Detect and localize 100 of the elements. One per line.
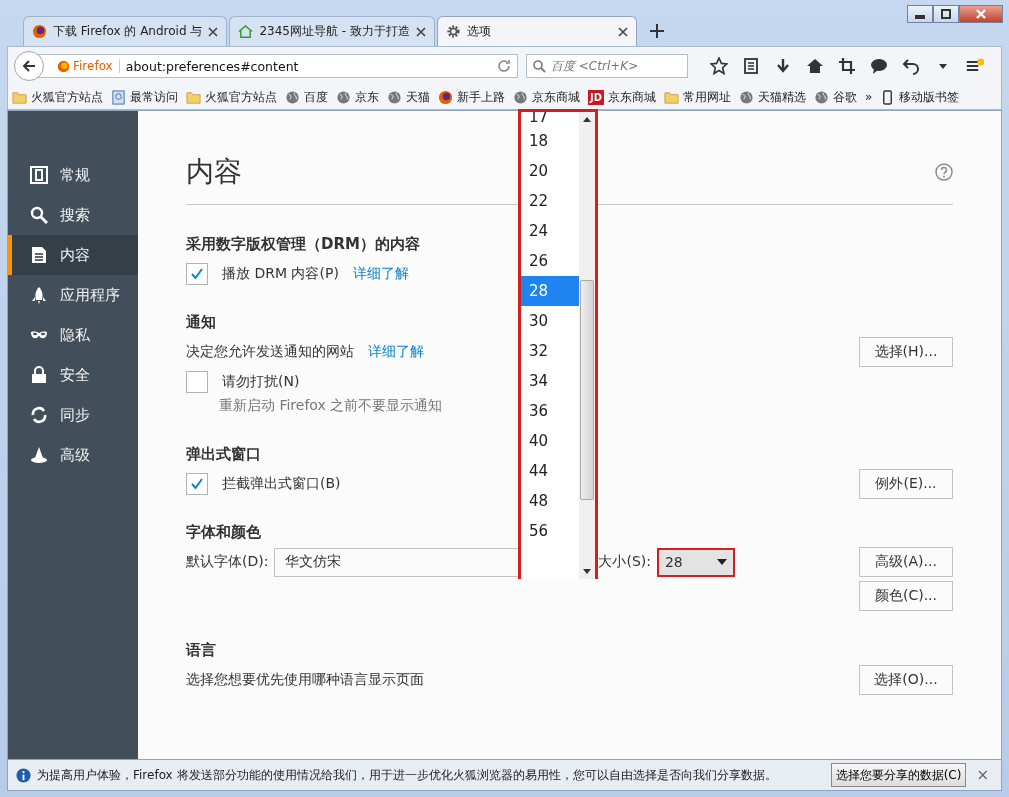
bookmark-item[interactable]: 最常访问 [111, 88, 178, 106]
checkbox[interactable] [186, 371, 208, 393]
reading-list-icon[interactable] [742, 57, 760, 75]
checkbox[interactable] [186, 263, 208, 285]
reload-icon[interactable] [497, 59, 511, 73]
folder-icon [186, 89, 201, 105]
dropdown-option[interactable]: 48 [521, 486, 579, 516]
dropdown-option[interactable]: 22 [521, 186, 579, 216]
size-dropdown[interactable]: 28 [656, 547, 735, 577]
download-icon[interactable] [774, 57, 792, 75]
close-icon [976, 9, 986, 19]
close-button[interactable] [959, 5, 1003, 23]
maximize-icon [941, 9, 951, 19]
bookmark-item[interactable]: 常用网址 [664, 88, 732, 106]
caret-icon [716, 559, 727, 565]
globe-icon [814, 89, 830, 105]
page-icon [111, 89, 126, 105]
folder-icon [664, 89, 680, 105]
bookmark-item[interactable]: 百度 [285, 88, 328, 106]
home-icon[interactable] [806, 57, 824, 75]
section-heading: 采用数字版权管理（DRM）的内容 [186, 235, 420, 254]
share-data-button[interactable]: 选择您要分享的数据(C) [830, 763, 967, 787]
minimize-button[interactable] [907, 5, 933, 23]
dropdown-option[interactable]: 30 [521, 306, 579, 336]
bookmark-item[interactable]: 火狐官方站点 [12, 88, 103, 106]
back-button[interactable] [14, 51, 44, 81]
browser-tab[interactable]: 2345网址导航 - 致力于打造 [229, 16, 435, 46]
learn-more-link[interactable]: 详细了解 [368, 343, 424, 361]
crop-icon[interactable] [838, 57, 856, 75]
bookmark-item[interactable]: 京东 [336, 88, 379, 106]
bookmark-item[interactable]: 天猫 [387, 88, 430, 106]
bookmark-item[interactable]: 天猫精选 [739, 88, 807, 106]
dropdown-option[interactable]: 26 [521, 246, 579, 276]
checkbox[interactable] [186, 473, 208, 495]
scroll-down-icon[interactable] [583, 569, 591, 575]
sync-icon [30, 406, 48, 424]
help-icon[interactable] [935, 163, 953, 181]
dropdown-option[interactable]: 24 [521, 216, 579, 246]
document-icon [30, 246, 48, 264]
url-text: about:preferences#content [125, 58, 300, 74]
sidebar-item[interactable]: 搜索 [8, 195, 138, 235]
bookmarks-overflow-button[interactable]: » [865, 90, 873, 104]
general-icon [30, 166, 48, 184]
globe-icon [387, 89, 402, 105]
globe-icon [513, 89, 528, 105]
dropdown-option[interactable]: 34 [521, 366, 579, 396]
hint-text: 重新启动 Firefox 之前不要显示通知 [219, 397, 443, 415]
star-icon[interactable] [710, 57, 728, 75]
dropdown-option[interactable]: 56 [521, 516, 579, 546]
dropdown-option[interactable]: 18 [521, 126, 579, 156]
scrollbar[interactable] [579, 112, 595, 579]
close-icon[interactable] [617, 26, 628, 37]
jd-logo-icon: JD [588, 89, 605, 105]
back-arrow-icon [21, 58, 37, 74]
undo-icon[interactable] [902, 57, 920, 75]
dropdown-option[interactable]: 44 [521, 456, 579, 486]
speech-bubble-icon[interactable] [870, 57, 888, 75]
bookmark-item[interactable]: 火狐官方站点 [186, 88, 277, 106]
identity-label: Firefox [73, 59, 113, 73]
browser-tab[interactable]: 下载 Firefox 的 Android 与 [23, 16, 228, 46]
search-field[interactable]: 百度 <Ctrl+K> [526, 54, 688, 78]
learn-more-link[interactable]: 详细了解 [352, 265, 409, 283]
sidebar-item[interactable]: 同步 [8, 395, 138, 435]
wizard-hat-icon [30, 446, 48, 464]
new-tab-icon[interactable] [648, 23, 665, 39]
gear-icon [445, 24, 461, 39]
dropdown-option[interactable]: 40 [521, 426, 579, 456]
sidebar-item[interactable]: 隐私 [8, 315, 138, 355]
sidebar-item[interactable]: 内容 [8, 235, 138, 275]
sidebar-item[interactable]: 应用程序 [8, 275, 138, 315]
sidebar-item[interactable]: 常规 [8, 155, 138, 195]
choose-button[interactable]: 选择(H)... [859, 337, 953, 367]
dropdown-option[interactable]: 28 [521, 276, 579, 306]
dropdown-option[interactable]: 32 [521, 336, 579, 366]
field-label: 大小(S): [598, 553, 651, 571]
dropdown-option[interactable]: 36 [521, 396, 579, 426]
choose-button[interactable]: 选择(O)... [859, 665, 953, 695]
bookmark-item[interactable]: 谷歌 [814, 88, 858, 106]
exceptions-button[interactable]: 例外(E)... [859, 469, 953, 499]
bookmark-item[interactable]: JD 京东商城 [588, 88, 657, 106]
dialog-button[interactable]: 颜色(C)... [859, 581, 953, 611]
bookmark-item[interactable]: 京东商城 [513, 88, 580, 106]
dropdown-option[interactable]: 17 [521, 112, 579, 126]
search-icon [30, 206, 48, 224]
sidebar-item[interactable]: 高级 [8, 435, 138, 475]
section-heading: 语言 [186, 641, 216, 660]
browser-tab[interactable]: 选项 [436, 16, 637, 46]
dropdown-option[interactable]: 20 [521, 156, 579, 186]
mobile-bookmarks-item[interactable]: 移动版书签 [880, 88, 960, 106]
address-bar[interactable]: Firefox about:preferences#content [38, 54, 518, 78]
sidebar-item[interactable]: 安全 [8, 355, 138, 395]
close-icon[interactable] [415, 26, 426, 37]
rocket-icon [30, 286, 48, 304]
dialog-button[interactable]: 高级(A)... [859, 547, 953, 577]
close-button[interactable]: × [976, 766, 989, 784]
info-icon [16, 767, 31, 783]
close-icon[interactable] [208, 26, 219, 37]
maximize-button[interactable] [933, 5, 959, 23]
scroll-up-icon[interactable] [583, 116, 591, 122]
bookmark-item[interactable]: 新手上路 [438, 88, 505, 106]
